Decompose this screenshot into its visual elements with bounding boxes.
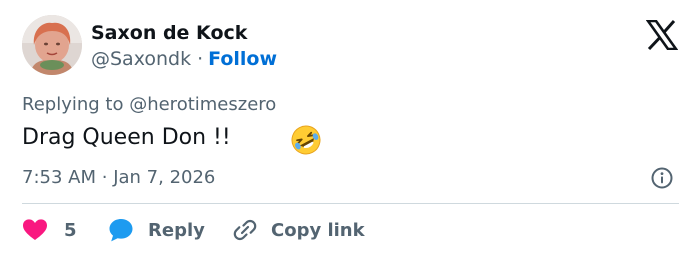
replying-prefix: Replying to bbox=[22, 94, 130, 115]
like-count: 5 bbox=[64, 219, 77, 241]
info-icon[interactable] bbox=[650, 166, 674, 190]
avatar[interactable] bbox=[22, 15, 82, 75]
tweet-timestamp[interactable]: 7:53 AM · Jan 7, 2026 bbox=[22, 167, 215, 188]
heart-icon bbox=[23, 219, 47, 240]
x-logo-icon[interactable] bbox=[646, 20, 678, 50]
divider bbox=[22, 203, 679, 204]
speech-bubble-icon bbox=[109, 219, 133, 242]
tweet-text: Drag Queen Don !! bbox=[22, 125, 231, 150]
tweet-time: 7:53 AM bbox=[22, 167, 96, 188]
timestamp-separator: · bbox=[101, 167, 108, 188]
reply-label: Reply bbox=[148, 219, 205, 241]
follow-button[interactable]: Follow bbox=[208, 48, 277, 70]
reply-button[interactable]: Reply bbox=[108, 216, 205, 244]
link-icon bbox=[233, 219, 257, 241]
author-name[interactable]: Saxon de Kock bbox=[91, 22, 247, 44]
avatar-photo bbox=[22, 15, 82, 75]
author-handle[interactable]: @Saxondk bbox=[91, 48, 191, 70]
handle-separator: · bbox=[197, 48, 204, 70]
rolling-laughing-emoji-icon bbox=[291, 125, 321, 155]
replying-to-handle[interactable]: @herotimeszero bbox=[129, 94, 276, 115]
like-button[interactable]: 5 bbox=[22, 216, 77, 244]
replying-to-line: Replying to @herotimeszero bbox=[22, 94, 276, 115]
author-handle-row: @Saxondk · Follow bbox=[91, 48, 277, 70]
copy-link-button[interactable]: Copy link bbox=[231, 216, 365, 244]
copy-link-label: Copy link bbox=[271, 219, 365, 241]
tweet-embed-card: Saxon de Kock @Saxondk · Follow Replying t… bbox=[0, 0, 700, 256]
tweet-date: Jan 7, 2026 bbox=[113, 167, 216, 188]
